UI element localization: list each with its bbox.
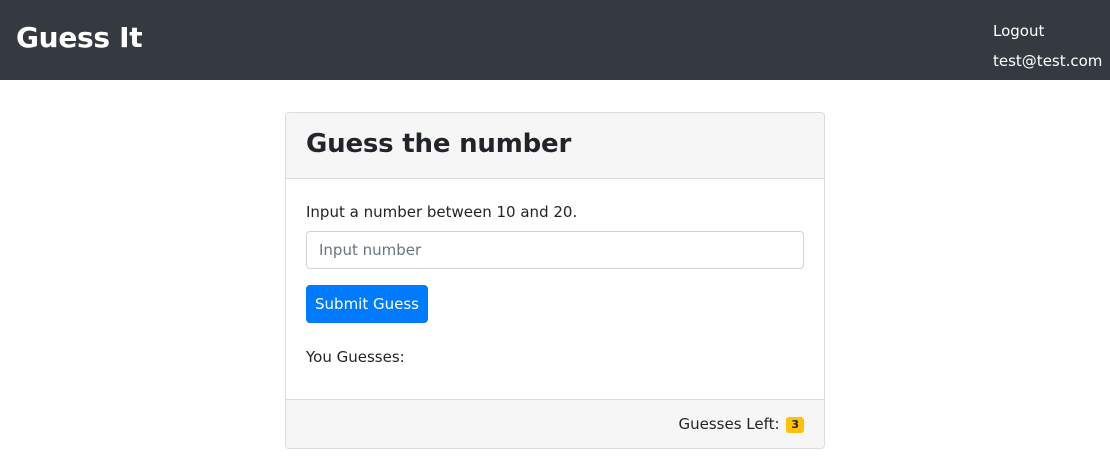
guesses-left-label: Guesses Left: (678, 415, 780, 433)
card-title: Guess the number (306, 129, 572, 159)
nav-right-group: Logout test@test.com (993, 18, 1102, 74)
card-footer: Guesses Left: 3 (286, 399, 824, 448)
submit-guess-button[interactable]: Submit Guess (306, 285, 428, 323)
guess-number-input[interactable] (306, 231, 804, 269)
user-email: test@test.com (993, 52, 1103, 70)
top-navbar: Guess It Logout test@test.com (0, 0, 1110, 80)
guesses-left-badge: 3 (786, 417, 804, 433)
instructions-text: Input a number between 10 and 20. (306, 203, 578, 221)
guess-card: Guess the number Input a number between … (285, 112, 825, 449)
guesses-list-label: You Guesses: (306, 348, 405, 366)
logout-link[interactable]: Logout (993, 18, 1102, 48)
card-header: Guess the number (286, 113, 824, 179)
card-body: Input a number between 10 and 20. Submit… (286, 179, 824, 400)
brand-logo-link[interactable]: Guess It (16, 18, 143, 58)
